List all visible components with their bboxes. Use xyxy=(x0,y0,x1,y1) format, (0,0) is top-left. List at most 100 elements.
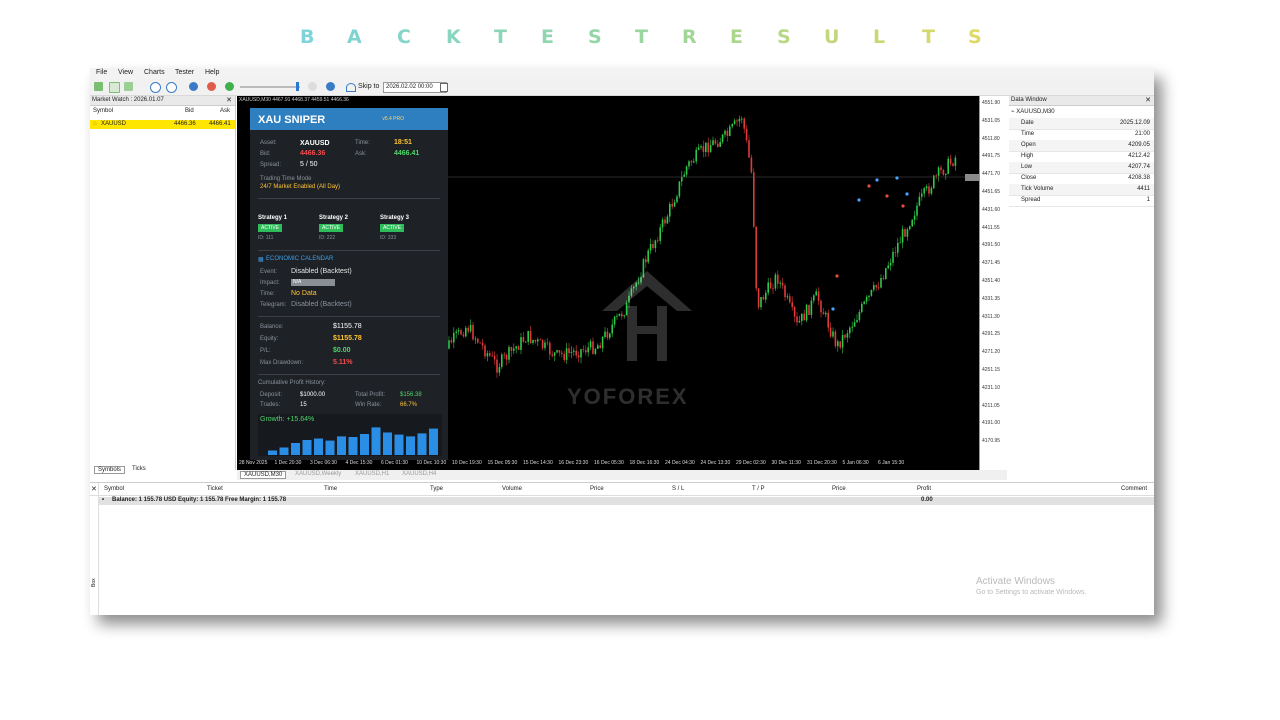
candle-body xyxy=(894,251,897,253)
price-tick-label: 4411.55 xyxy=(982,224,1000,231)
mode-label: Trading Time Mode xyxy=(260,176,312,182)
candle-body xyxy=(846,333,849,338)
price-tick-label: 4371.45 xyxy=(982,260,1001,267)
step-icon[interactable] xyxy=(308,82,317,91)
col-symbol[interactable]: Symbol xyxy=(104,486,124,492)
telegram-value: Disabled (Backtest) xyxy=(291,301,352,308)
candle-body xyxy=(498,367,501,373)
column-symbol[interactable]: Symbol xyxy=(93,108,113,114)
candle-body xyxy=(714,140,717,144)
banner-letter: B xyxy=(300,26,315,48)
col-profit[interactable]: Profit xyxy=(917,486,931,492)
candle-body xyxy=(501,354,503,368)
tab-symbols[interactable]: Symbols xyxy=(94,466,126,474)
col-time[interactable]: Time xyxy=(324,486,337,492)
menu-help[interactable]: Help xyxy=(205,69,219,76)
candle-body xyxy=(577,355,580,358)
column-ask[interactable]: Ask xyxy=(220,108,230,114)
tab-xauusd-weekly[interactable]: XAUUSD,Weekly xyxy=(295,471,341,477)
col-price2[interactable]: Price xyxy=(832,486,846,492)
menu-charts[interactable]: Charts xyxy=(144,69,165,76)
candle-body xyxy=(921,193,923,197)
col-price[interactable]: Price xyxy=(590,486,604,492)
bar-chart-icon[interactable] xyxy=(109,82,120,93)
col-tp[interactable]: T / P xyxy=(752,486,765,492)
data-window-value: 4411 xyxy=(1137,186,1150,192)
zoom-out-icon[interactable] xyxy=(166,82,177,93)
candle-body xyxy=(947,158,949,174)
col-sl[interactable]: S / L xyxy=(672,486,684,492)
total-value: $156.38 xyxy=(400,392,422,398)
candle-body xyxy=(671,203,673,207)
data-window-symbol: ⌁ XAUUSD,M30 xyxy=(1011,108,1055,115)
candle-body xyxy=(817,291,820,301)
divider xyxy=(258,250,440,251)
price-tick-label: 4491.75 xyxy=(982,153,1001,160)
col-type[interactable]: Type xyxy=(430,486,443,492)
bid-label: Bid: xyxy=(260,151,271,157)
menu-view[interactable]: View xyxy=(118,69,133,76)
trades-value: 15 xyxy=(300,402,307,408)
skip-end-icon[interactable] xyxy=(326,82,335,91)
tab-xauusd-h4[interactable]: XAUUSD,H4 xyxy=(402,471,436,477)
col-volume[interactable]: Volume xyxy=(502,486,522,492)
column-bid[interactable]: Bid xyxy=(185,108,194,114)
speed-slider[interactable] xyxy=(240,86,300,88)
tab-xauusd-h1[interactable]: XAUUSD,H1 xyxy=(355,471,389,477)
candle-body xyxy=(659,227,661,241)
growth-bar xyxy=(325,440,335,455)
candle-icon[interactable] xyxy=(124,82,133,91)
candle-body xyxy=(592,341,594,354)
calendar-icon[interactable] xyxy=(440,83,448,92)
row-symbol: XAUUSD xyxy=(101,121,127,127)
candle-body xyxy=(688,161,690,167)
play-icon[interactable] xyxy=(225,82,234,91)
col-ticket[interactable]: Ticket xyxy=(207,486,223,492)
candle-body xyxy=(553,352,556,356)
candle-body xyxy=(774,274,777,289)
data-window-panel: Data Window ✕ ⌁ XAUUSD,M30 Date 2025.12.0… xyxy=(1009,96,1154,470)
balance-value: $1155.78 xyxy=(333,323,362,330)
candle-body xyxy=(880,278,882,288)
market-watch-row[interactable]: ⌂ XAUUSD 4466.36 4466.41 xyxy=(90,120,235,129)
col-comment[interactable]: Comment xyxy=(1121,486,1147,492)
candle-body xyxy=(937,167,940,176)
close-icon[interactable]: ✕ xyxy=(226,96,232,105)
menu-tester[interactable]: Tester xyxy=(175,69,194,76)
balance-row[interactable]: • Balance: 1 155.78 USD Equity: 1 155.78… xyxy=(98,497,1154,505)
menu-file[interactable]: File xyxy=(96,69,107,76)
tab-xauusd-m30[interactable]: XAUUSD,M30 xyxy=(240,471,287,479)
candle-body xyxy=(748,140,750,158)
zoom-in-icon[interactable] xyxy=(150,82,161,93)
equity-value: $1155.78 xyxy=(333,335,362,342)
candle-body xyxy=(534,339,537,342)
strategy-id: ID: 222 xyxy=(319,235,336,241)
asset-label: Asset: xyxy=(260,140,277,146)
price-tick-label: 4191.00 xyxy=(982,420,1001,427)
divider xyxy=(258,198,440,199)
candle-body xyxy=(649,244,652,251)
candle-body xyxy=(784,285,786,298)
data-window-value: 4212.42 xyxy=(1128,153,1150,159)
stop-icon[interactable] xyxy=(207,82,216,91)
close-icon[interactable]: ✕ xyxy=(1145,96,1151,105)
tab-ticks[interactable]: Ticks xyxy=(132,466,146,472)
candle-body xyxy=(925,186,928,189)
candle-body xyxy=(877,287,880,289)
status-badge: ACTIVE xyxy=(319,224,344,232)
skip-to-input[interactable]: 2026.02.02 00:00 xyxy=(383,82,447,93)
price-tick-label: 4231.10 xyxy=(982,384,1001,391)
market-watch-header: Symbol Bid Ask xyxy=(90,108,235,118)
candle-body xyxy=(496,359,498,373)
pause-icon[interactable] xyxy=(189,82,198,91)
dd-value: 5.11% xyxy=(333,359,353,366)
price-tick-label: 4431.60 xyxy=(982,206,1001,213)
candle-body xyxy=(757,288,760,308)
candle-body xyxy=(681,176,683,182)
speed-slider-handle[interactable] xyxy=(296,82,299,91)
candle-body xyxy=(556,350,558,353)
market-watch-tabs: Symbols Ticks xyxy=(90,466,235,475)
candle-body xyxy=(760,296,762,308)
candle-body xyxy=(933,175,935,189)
sort-icon[interactable] xyxy=(94,82,103,91)
